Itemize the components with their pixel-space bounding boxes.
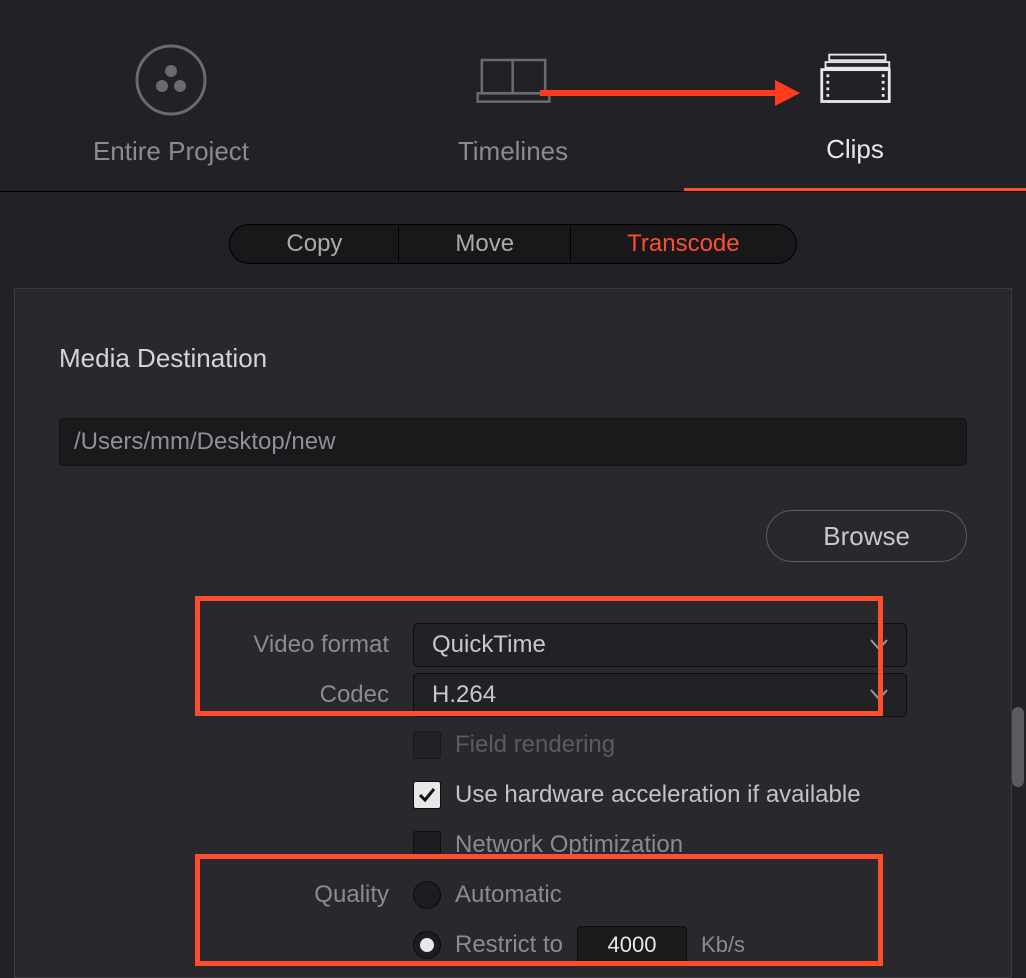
quality-row-restrict: Restrict to Kb/s [59, 920, 967, 970]
tab-clips-label: Clips [826, 134, 884, 165]
video-format-value: QuickTime [432, 631, 546, 659]
tab-entire-project-label: Entire Project [93, 136, 249, 167]
quality-auto-radio[interactable] [413, 881, 441, 909]
tab-clips[interactable]: Clips [684, 0, 1026, 191]
media-destination-heading: Media Destination [59, 343, 967, 374]
seg-move[interactable]: Move [398, 225, 570, 263]
restrict-unit: Kb/s [701, 932, 745, 958]
destination-path-row [59, 418, 967, 466]
tab-timelines-label: Timelines [458, 136, 568, 167]
network-opt-checkbox[interactable] [413, 831, 441, 859]
hw-accel-label: Use hardware acceleration if available [455, 781, 861, 809]
codec-select[interactable]: H.264 [413, 673, 907, 717]
transcode-form: Video format QuickTime Codec H.264 [59, 612, 967, 970]
chevron-down-icon [870, 639, 888, 651]
field-rendering-row: Field rendering [59, 720, 967, 770]
timelines-icon [476, 43, 551, 118]
hw-accel-row: Use hardware acceleration if available [59, 770, 967, 820]
video-format-select[interactable]: QuickTime [413, 623, 907, 667]
quality-row-auto: Quality Automatic [59, 870, 967, 920]
field-rendering-checkbox [413, 731, 441, 759]
chevron-down-icon [870, 689, 888, 701]
seg-copy[interactable]: Copy [230, 225, 398, 263]
seg-transcode-label: Transcode [627, 230, 740, 258]
destination-path-input[interactable] [59, 418, 967, 466]
seg-move-label: Move [455, 230, 514, 258]
seg-transcode[interactable]: Transcode [570, 225, 796, 263]
browse-button[interactable]: Browse [766, 510, 967, 562]
settings-panel: Media Destination Browse Video format Qu… [14, 288, 1012, 978]
codec-value: H.264 [432, 681, 496, 709]
network-opt-row: Network Optimization [59, 820, 967, 870]
video-format-row: Video format QuickTime [59, 620, 967, 670]
quality-label: Quality [59, 881, 413, 909]
quality-restrict-label: Restrict to [455, 931, 563, 959]
project-icon [134, 43, 209, 118]
video-format-label: Video format [59, 631, 413, 659]
scrollbar-thumb[interactable] [1012, 707, 1024, 787]
clips-icon [818, 41, 893, 116]
quality-restrict-radio[interactable] [413, 931, 441, 959]
scope-tabs: Entire Project Timelines Clips [0, 0, 1026, 192]
codec-label: Codec [59, 681, 413, 709]
browse-button-label: Browse [823, 521, 910, 551]
tab-timelines[interactable]: Timelines [342, 0, 684, 191]
checkmark-icon [417, 785, 437, 805]
hw-accel-checkbox[interactable] [413, 781, 441, 809]
tab-entire-project[interactable]: Entire Project [0, 0, 342, 191]
quality-auto-label: Automatic [455, 881, 562, 909]
field-rendering-label: Field rendering [455, 731, 615, 759]
seg-copy-label: Copy [286, 230, 342, 258]
action-segmented-control: Copy Move Transcode [0, 192, 1026, 288]
network-opt-label: Network Optimization [455, 831, 683, 859]
codec-row: Codec H.264 [59, 670, 967, 720]
browse-row: Browse [59, 510, 967, 562]
restrict-bitrate-input[interactable] [577, 926, 687, 964]
